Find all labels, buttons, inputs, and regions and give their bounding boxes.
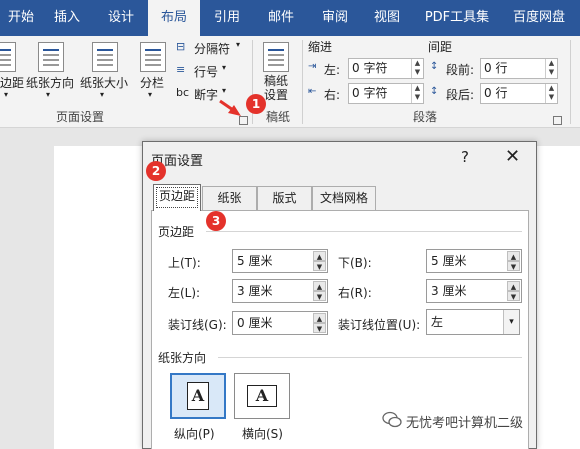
wechat-icon — [382, 411, 402, 428]
watermark-text: 无忧考吧计算机二级 — [406, 416, 524, 431]
step-badge-2: 2 — [146, 161, 166, 181]
tab-margins[interactable]: 页边距 — [153, 184, 201, 211]
step-badge-3: 3 — [206, 211, 226, 231]
annotation-arrow — [219, 99, 241, 116]
step-badge-1: 1 — [246, 94, 266, 114]
